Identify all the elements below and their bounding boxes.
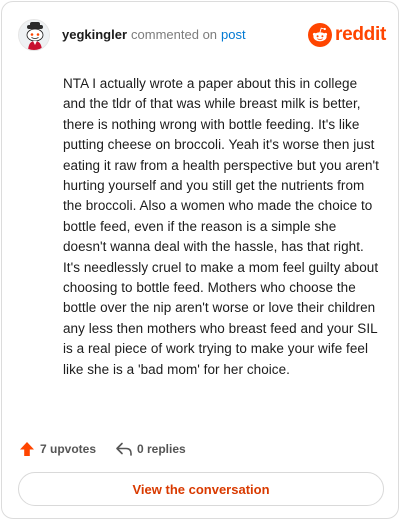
reddit-wordmark: reddit: [335, 24, 386, 45]
upvote-arrow-icon: [20, 442, 34, 456]
reddit-logo-icon: [308, 23, 333, 47]
commented-on-text: commented on: [131, 27, 218, 42]
reply-count: 0 replies: [137, 442, 186, 456]
view-conversation-button[interactable]: View the conversation: [18, 472, 384, 506]
upvote-button[interactable]: 7 upvotes: [19, 440, 96, 458]
comment-card: yegkingler commented on post reddit NTA I …: [1, 1, 399, 519]
snoo-avatar-icon: [19, 20, 49, 50]
avatar[interactable]: [18, 19, 50, 51]
username-link[interactable]: yegkingler: [62, 27, 127, 42]
comment-header: yegkingler commented on post reddit: [18, 17, 386, 53]
upvote-count: 7 upvotes: [40, 442, 97, 456]
comment-meta: yegkingler commented on post: [62, 28, 246, 42]
comment-body: NTA I actually wrote a paper about this …: [63, 76, 379, 377]
comment-actions: 7 upvotes 0 replies: [19, 438, 379, 460]
post-link[interactable]: post: [221, 27, 246, 42]
reply-arrow-icon: [116, 442, 132, 456]
replies-button[interactable]: 0 replies: [115, 440, 186, 458]
reddit-brand[interactable]: reddit: [308, 23, 386, 47]
